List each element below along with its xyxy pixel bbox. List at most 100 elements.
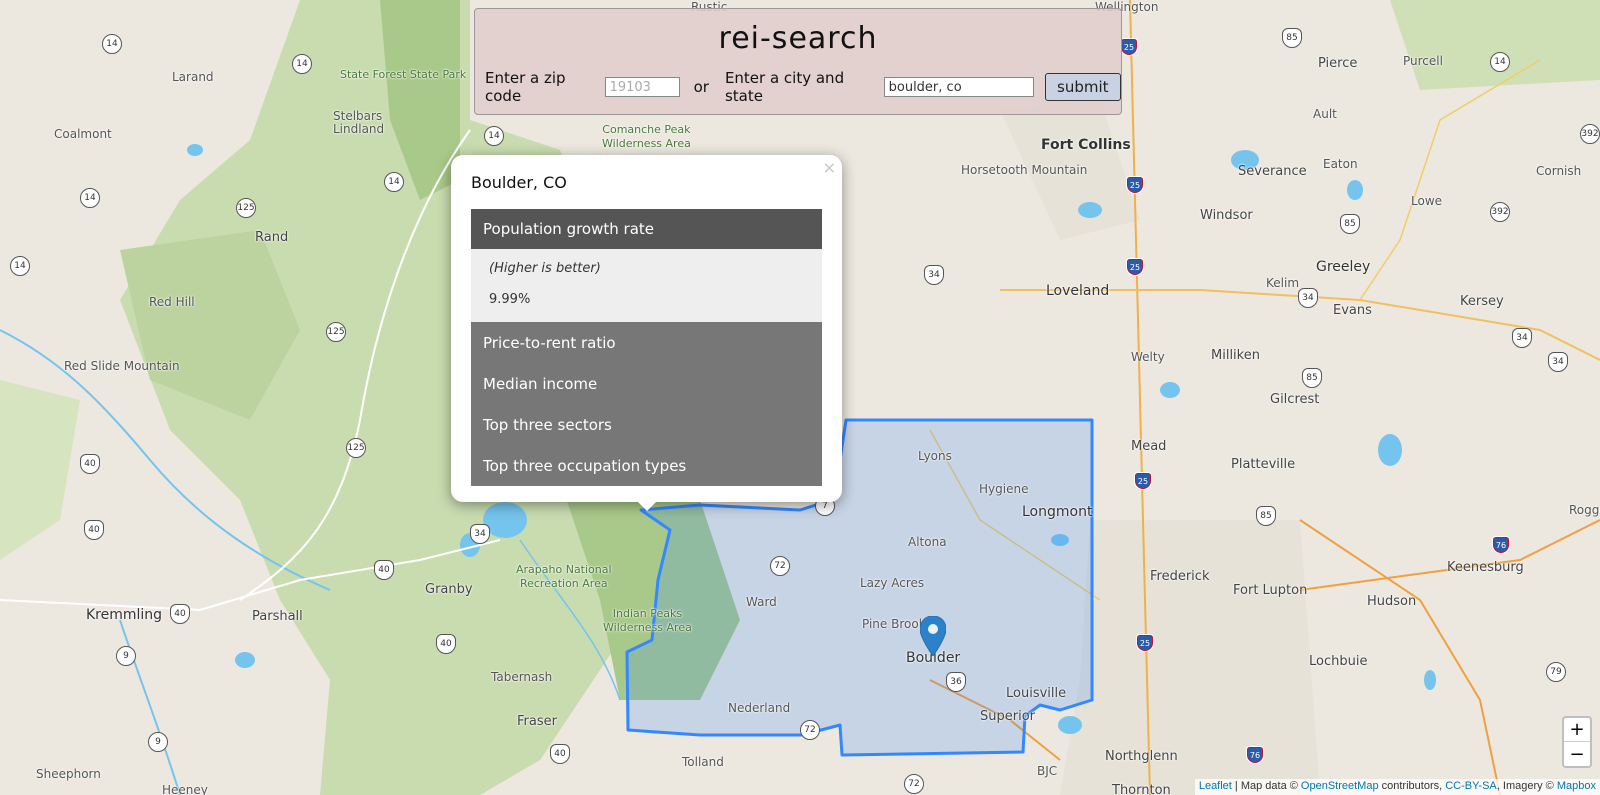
license-link[interactable]: CC-BY-SA [1445, 780, 1497, 792]
route-shield: 14 [384, 172, 404, 192]
place-coalmont: Coalmont [54, 127, 112, 141]
popup-title: Boulder, CO [471, 173, 567, 192]
place-stelbars: Stelbars Lindland [333, 109, 385, 136]
place-welty: Welty [1131, 350, 1165, 364]
place-loveland: Loveland [1046, 283, 1110, 299]
place-red-hill: Red Hill [149, 295, 195, 309]
accordion-panel-population-growth: (Higher is better) 9.99% [471, 249, 822, 322]
place-fort-collins: Fort Collins [1041, 137, 1131, 153]
route-shield: 85 [1256, 506, 1276, 526]
place-superior: Superior [980, 709, 1035, 724]
place-fort-lupton: Fort Lupton [1233, 583, 1308, 598]
search-panel: rei-search Enter a zip code or Enter a c… [474, 8, 1122, 115]
route-shield: 79 [1546, 662, 1566, 682]
route-shield: 14 [1490, 52, 1510, 72]
place-longmont: Longmont [1022, 504, 1093, 520]
place-comanche: Comanche Peak Wilderness Area [602, 123, 691, 150]
popup-tip [636, 500, 658, 511]
route-shield: 392 [1490, 202, 1510, 222]
route-shield: 34 [1298, 288, 1318, 308]
place-severance: Severance [1238, 164, 1307, 179]
metric-value: 9.99% [489, 292, 531, 307]
place-pine-brook: Pine Brook [862, 617, 926, 631]
route-shield: 40 [550, 744, 570, 764]
interstate-shield: 25 [1120, 38, 1138, 56]
interstate-shield: 25 [1136, 634, 1154, 652]
route-shield: 40 [436, 634, 456, 654]
route-shield: 125 [326, 322, 346, 342]
place-granby: Granby [425, 582, 473, 597]
submit-button[interactable]: submit [1044, 73, 1121, 101]
place-altona: Altona [908, 535, 947, 549]
place-lowe: Lowe [1411, 194, 1443, 208]
place-pierce: Pierce [1318, 56, 1358, 71]
accordion-median-income[interactable]: Median income [471, 363, 822, 404]
place-evans: Evans [1333, 303, 1372, 318]
city-label: Enter a city and state [724, 69, 845, 105]
zoom-control: + − [1562, 716, 1592, 768]
attribution-text: | Map data © [1231, 780, 1301, 792]
accordion-population-growth[interactable]: Population growth rate [471, 209, 822, 249]
place-hudson: Hudson [1367, 594, 1417, 609]
osm-link[interactable]: OpenStreetMap [1301, 780, 1379, 792]
place-red-slide: Red Slide Mountain [64, 359, 180, 373]
search-form: Enter a zip code or Enter a city and sta… [485, 69, 1121, 105]
route-shield: 85 [1282, 28, 1302, 48]
place-milliken: Milliken [1211, 348, 1260, 363]
route-shield: 392 [1580, 124, 1600, 144]
place-sheephorn: Sheephorn [36, 767, 101, 781]
place-bjc: BJC [1037, 764, 1058, 778]
app-title: rei-search [718, 21, 878, 56]
place-heeney: Heeney [162, 783, 208, 795]
place-horsetooth: Horsetooth Mountain [961, 163, 1088, 177]
city-state-input[interactable] [883, 77, 1034, 97]
place-windsor: Windsor [1200, 208, 1253, 223]
place-tabernash: Tabernash [491, 670, 553, 684]
place-ward: Ward [746, 595, 777, 609]
route-shield: 14 [80, 188, 100, 208]
mapbox-link[interactable]: Mapbox [1557, 780, 1596, 792]
place-cornish: Cornish [1536, 164, 1582, 178]
location-marker-icon[interactable] [919, 615, 947, 661]
accordion-top-occupations[interactable]: Top three occupation types [471, 445, 822, 486]
place-larand: Larand [172, 70, 214, 84]
interstate-shield: 76 [1246, 746, 1264, 764]
route-shield: 72 [770, 556, 790, 576]
route-shield: 85 [1340, 214, 1360, 234]
popup-close-button[interactable]: × [823, 158, 836, 177]
place-purcell: Purcell [1403, 54, 1443, 68]
accordion-price-to-rent[interactable]: Price-to-rent ratio [471, 322, 822, 363]
interstate-shield: 76 [1492, 536, 1510, 554]
route-shield: 9 [148, 732, 168, 752]
place-parshall: Parshall [252, 609, 303, 624]
zip-input[interactable] [604, 77, 680, 97]
zoom-in-button[interactable]: + [1564, 718, 1590, 742]
place-kersey: Kersey [1460, 294, 1504, 309]
leaflet-link[interactable]: Leaflet [1199, 780, 1232, 792]
route-shield: 34 [470, 524, 490, 544]
zoom-out-button[interactable]: − [1564, 742, 1590, 766]
route-shield: 40 [84, 520, 104, 540]
route-shield: 40 [374, 560, 394, 580]
route-shield: 72 [904, 774, 924, 794]
route-shield: 14 [10, 256, 30, 276]
place-gilcrest: Gilcrest [1270, 392, 1320, 407]
route-shield: 34 [924, 265, 944, 285]
route-shield: 14 [484, 126, 504, 146]
interstate-shield: 25 [1134, 472, 1152, 490]
place-lochbuie: Lochbuie [1309, 654, 1368, 669]
accordion-top-sectors[interactable]: Top three sectors [471, 404, 822, 445]
place-tolland: Tolland [682, 755, 724, 769]
route-shield: 125 [236, 198, 256, 218]
or-label: or [693, 78, 709, 96]
route-shield: 72 [800, 720, 820, 740]
place-eaton: Eaton [1323, 157, 1358, 171]
route-shield: 85 [1302, 368, 1322, 388]
place-rogge: Rogge [1569, 503, 1600, 517]
place-ault: Ault [1313, 107, 1337, 121]
interstate-shield: 25 [1126, 258, 1144, 276]
place-lazy-acres: Lazy Acres [860, 576, 925, 590]
route-shield: 14 [102, 34, 122, 54]
route-shield: 36 [946, 672, 966, 692]
place-frederick: Frederick [1150, 569, 1210, 584]
